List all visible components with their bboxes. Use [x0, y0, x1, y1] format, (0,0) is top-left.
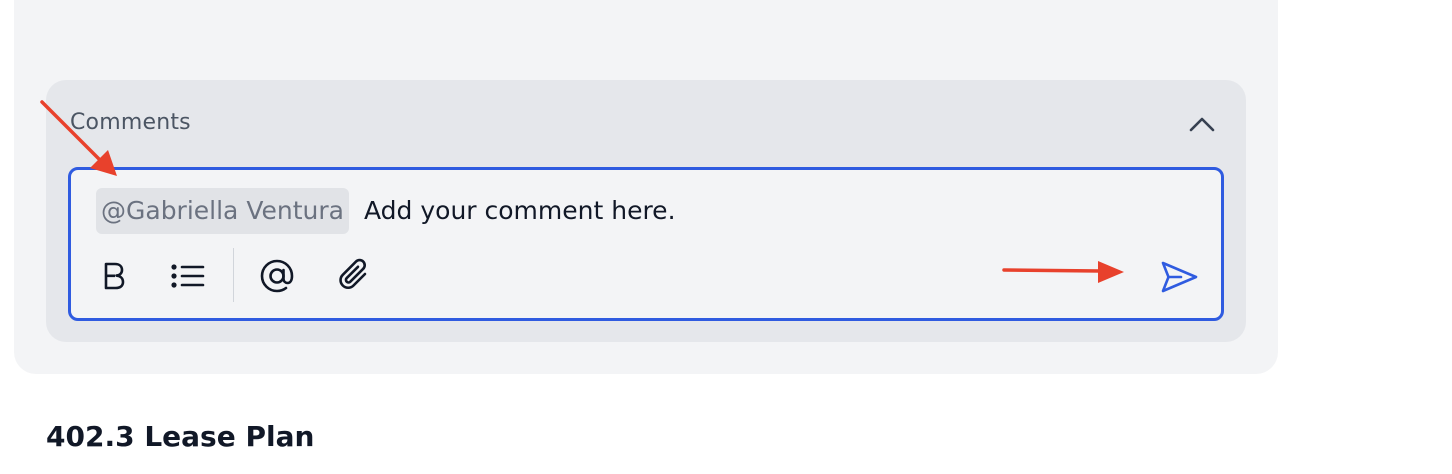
- comments-title: Comments: [70, 110, 191, 135]
- send-icon: [1161, 261, 1198, 293]
- mention-chip[interactable]: @Gabriella Ventura: [96, 188, 349, 234]
- mention-button[interactable]: [256, 254, 298, 298]
- attach-button[interactable]: [334, 254, 376, 298]
- section-heading: 402.3 Lease Plan: [46, 420, 315, 453]
- bold-button[interactable]: [92, 254, 134, 298]
- bullet-list-button[interactable]: [166, 254, 208, 298]
- comment-input-text[interactable]: Add your comment here.: [364, 188, 676, 234]
- collapse-comments-button[interactable]: [1184, 108, 1220, 140]
- toolbar-divider: [233, 248, 234, 302]
- chevron-up-icon: [1189, 117, 1215, 132]
- at-sign-icon: [260, 259, 294, 293]
- bold-icon: [104, 262, 125, 290]
- send-comment-button[interactable]: [1156, 256, 1202, 298]
- paperclip-icon: [339, 258, 367, 290]
- bullet-list-icon: [171, 264, 205, 288]
